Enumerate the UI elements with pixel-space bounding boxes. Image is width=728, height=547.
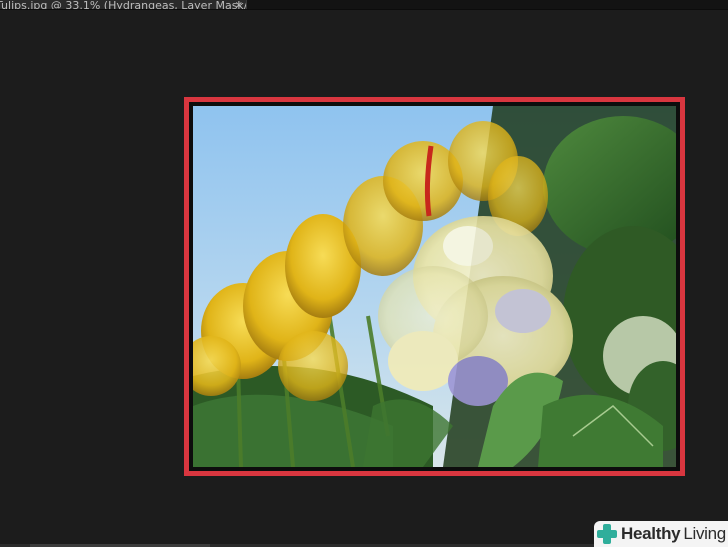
document-canvas[interactable] bbox=[189, 102, 680, 471]
watermark-word-2: Living bbox=[683, 524, 726, 543]
composite-photo bbox=[193, 106, 676, 467]
document-tab-title: Tulips.jpg @ 33.1% (Hydrangeas, Layer Ma… bbox=[0, 0, 247, 9]
canvas-workspace[interactable] bbox=[0, 10, 728, 547]
selection-highlight-frame bbox=[184, 97, 685, 476]
document-tab[interactable]: Tulips.jpg @ 33.1% (Hydrangeas, Layer Ma… bbox=[0, 0, 247, 9]
watermark-word-1: Healthy bbox=[621, 524, 681, 543]
document-tab-bar: Tulips.jpg @ 33.1% (Hydrangeas, Layer Ma… bbox=[0, 0, 728, 10]
plus-icon bbox=[597, 524, 617, 544]
close-icon[interactable]: × bbox=[235, 1, 243, 10]
healthy-living-watermark: Healthy Living bbox=[594, 521, 728, 547]
